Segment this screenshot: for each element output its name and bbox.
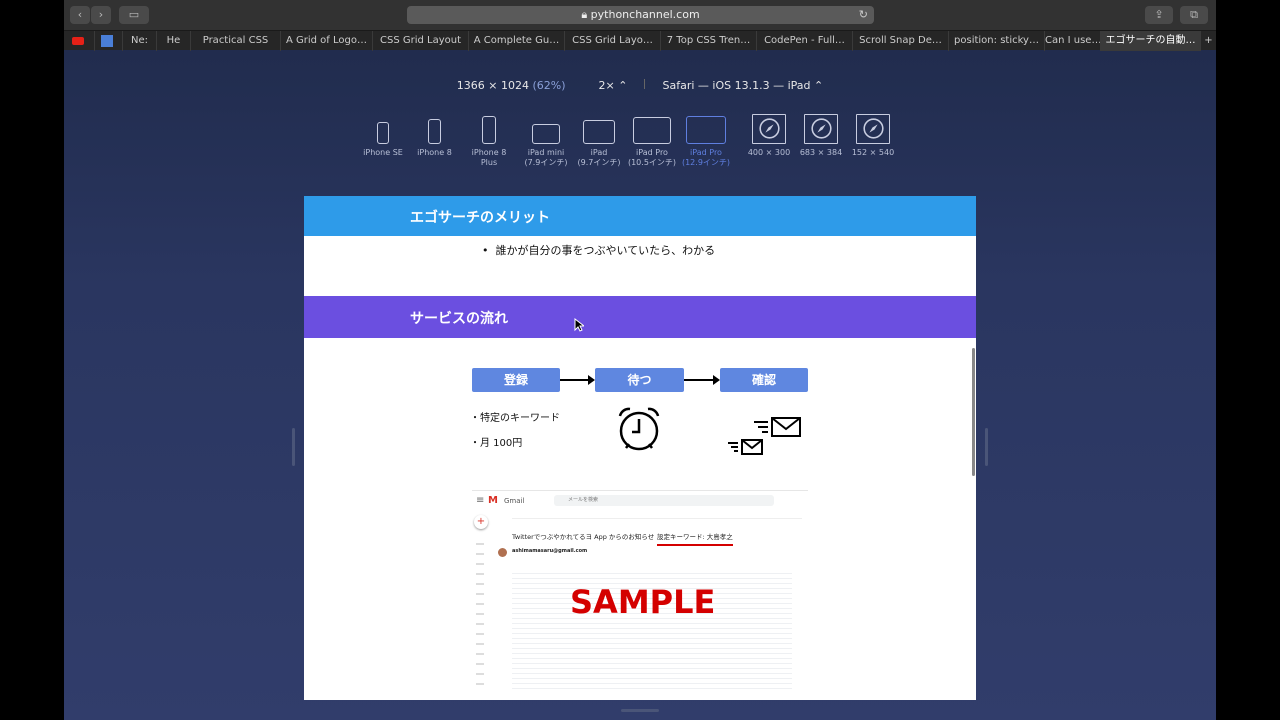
tab-active[interactable]: エゴサーチの自動… xyxy=(1100,31,1200,51)
url-text: pythonchannel.com xyxy=(590,8,700,21)
phone-icon xyxy=(482,116,496,144)
mouse-cursor-icon xyxy=(574,318,584,332)
tab-9[interactable]: CodePen - Full… xyxy=(756,31,852,51)
step-wait: 待つ xyxy=(595,368,684,392)
back-button[interactable]: ‹ xyxy=(70,6,90,24)
flow-header: サービスの流れ xyxy=(304,296,976,338)
mail-icon xyxy=(728,417,801,455)
tab-4[interactable]: A Grid of Logo… xyxy=(280,31,372,51)
device-preset-10[interactable]: 152 × 540 xyxy=(840,114,906,158)
browser-window: ‹ › ▭ 🔒︎ pythonchannel.com ↻ ⇪ ⧉ Ne: He … xyxy=(64,0,1216,720)
tab-12[interactable]: Can I use… S xyxy=(1044,31,1100,51)
merit-header: エゴサーチのメリット xyxy=(304,196,976,236)
arrow-1 xyxy=(560,375,595,385)
resize-handle-left[interactable] xyxy=(292,428,295,466)
new-tab-icon[interactable]: + xyxy=(1200,31,1216,51)
sample-watermark: SAMPLE xyxy=(570,583,716,621)
web-page: エゴサーチのメリット • 誰かが自分の事をつぶやいていたら、わかる サービスの流… xyxy=(304,196,976,700)
device-sublabel: (12.9インチ) xyxy=(681,158,731,167)
share-button[interactable]: ⇪ xyxy=(1145,6,1173,24)
rdm-settings-bar: 1366 × 1024 (62%) 2× ⌃ Safari — iOS 13.1… xyxy=(64,79,1216,92)
gmail-sender: ashimamasaru@gmail.com xyxy=(512,548,588,554)
phone-icon xyxy=(377,122,389,144)
safari-compass-icon xyxy=(752,114,786,144)
address-bar[interactable]: 🔒︎ pythonchannel.com ↻ xyxy=(407,6,874,24)
tablet-icon xyxy=(583,120,615,144)
tab-11[interactable]: position: sticky… xyxy=(948,31,1044,51)
tab-5[interactable]: CSS Grid Layout xyxy=(372,31,468,51)
note-price: ・月 100円 xyxy=(470,438,523,449)
tabs-overview-button[interactable]: ⧉ xyxy=(1180,6,1208,24)
tablet-icon xyxy=(532,124,560,144)
compose-icon: + xyxy=(474,515,488,529)
safari-compass-icon xyxy=(804,114,838,144)
sidebar-button[interactable]: ▭ xyxy=(119,6,149,24)
merit-title: エゴサーチのメリット xyxy=(410,210,550,226)
tablet-icon xyxy=(633,117,671,144)
viewport-scale: (62%) xyxy=(532,79,566,92)
tab-bar: Ne: He Practical CSS A Grid of Logo… CSS… xyxy=(64,30,1216,51)
safari-compass-icon xyxy=(856,114,890,144)
step-confirm: 確認 xyxy=(720,368,808,392)
gmail-search: メールを検索 xyxy=(554,495,774,506)
pixel-ratio-select[interactable]: 2× ⌃ xyxy=(599,79,628,92)
gmail-screenshot: ≡ M Gmail メールを検索 + Twitterでつぶやかれてるヨ App … xyxy=(472,490,808,700)
menu-icon: ≡ xyxy=(476,495,485,506)
gmail-actions xyxy=(512,513,802,519)
viewport-size[interactable]: 1366 × 1024 xyxy=(457,79,529,92)
user-agent-select[interactable]: Safari — iOS 13.1.3 — iPad ⌃ xyxy=(662,79,823,92)
tab-1[interactable]: Ne: xyxy=(122,31,156,51)
avatar xyxy=(498,548,507,557)
flow-title: サービスの流れ xyxy=(410,311,508,327)
gmail-logo-icon: M xyxy=(488,495,498,506)
lock-icon: 🔒︎ xyxy=(581,8,591,21)
browser-toolbar: ‹ › ▭ 🔒︎ pythonchannel.com ↻ ⇪ ⧉ xyxy=(64,0,1216,30)
note-keyword: ・特定のキーワード xyxy=(470,413,560,424)
reload-icon[interactable]: ↻ xyxy=(859,6,868,24)
gmail-keyword: 設定キーワード: 大島孝之 xyxy=(657,531,733,546)
merit-bullet-text: 誰かが自分の事をつぶやいていたら、わかる xyxy=(495,244,716,257)
tab-2[interactable]: He xyxy=(156,31,190,51)
device-preset-7[interactable]: iPad Pro (12.9インチ) xyxy=(673,116,739,168)
translate-icon[interactable] xyxy=(94,31,118,51)
resize-handle-right[interactable] xyxy=(985,428,988,466)
gmail-brand: Gmail xyxy=(504,497,525,505)
device-label: iPad Pro xyxy=(690,148,722,157)
phone-icon xyxy=(428,119,441,144)
page-scrollbar[interactable] xyxy=(972,348,975,476)
youtube-icon[interactable] xyxy=(68,31,88,51)
device-label: 152 × 540 xyxy=(851,148,895,157)
tab-8[interactable]: 7 Top CSS Tren… xyxy=(660,31,756,51)
gmail-sidebar xyxy=(476,535,484,685)
tab-6[interactable]: A Complete Gu… xyxy=(468,31,564,51)
forward-button[interactable]: › xyxy=(91,6,111,24)
alarm-clock-icon xyxy=(618,407,660,451)
tab-7[interactable]: CSS Grid Layo… xyxy=(564,31,660,51)
gmail-subject: Twitterでつぶやかれてるヨ App からのお知らせ xyxy=(512,533,655,541)
tab-3[interactable]: Practical CSS xyxy=(190,31,280,51)
tab-10[interactable]: Scroll Snap De… xyxy=(852,31,948,51)
step-register: 登録 xyxy=(472,368,560,392)
resize-handle-bottom[interactable] xyxy=(621,709,659,712)
tablet-icon xyxy=(686,116,726,144)
arrow-2 xyxy=(684,375,720,385)
merit-bullet: • 誰かが自分の事をつぶやいていたら、わかる xyxy=(482,244,716,257)
